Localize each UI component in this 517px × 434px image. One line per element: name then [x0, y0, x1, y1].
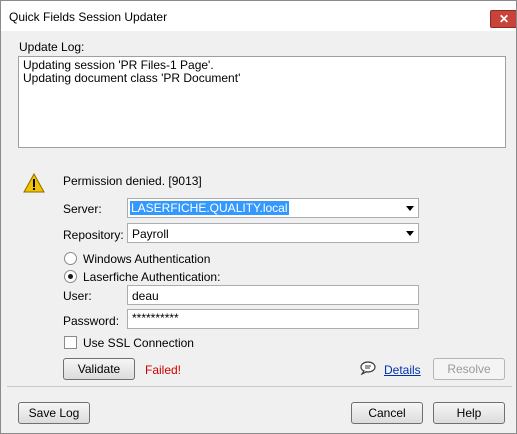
- footer-divider: [7, 386, 512, 387]
- ssl-checkbox[interactable]: [64, 336, 77, 349]
- validate-result-text: Failed!: [145, 363, 182, 377]
- help-button[interactable]: Help: [433, 402, 505, 424]
- close-icon: ✕: [498, 12, 510, 26]
- user-value: deau: [132, 289, 159, 303]
- ssl-label: Use SSL Connection: [83, 336, 194, 350]
- session-updater-window: Quick Fields Session Updater ✕ Update Lo…: [0, 0, 517, 434]
- laserfiche-auth-radio[interactable]: [64, 270, 77, 283]
- update-log-label: Update Log:: [19, 40, 85, 54]
- repository-label: Repository:: [63, 228, 124, 242]
- password-label: Password:: [63, 314, 120, 328]
- cancel-button[interactable]: Cancel: [351, 402, 423, 424]
- window-title: Quick Fields Session Updater: [9, 10, 168, 24]
- radio-selected-dot: [68, 274, 73, 279]
- save-log-button[interactable]: Save Log: [18, 402, 90, 424]
- close-button[interactable]: ✕: [490, 10, 516, 28]
- repository-select[interactable]: Payroll: [127, 223, 419, 243]
- windows-auth-label: Windows Authentication: [83, 252, 211, 266]
- details-icon[interactable]: [359, 361, 377, 375]
- password-value: **********: [132, 311, 179, 325]
- resolve-button[interactable]: Resolve: [433, 358, 505, 380]
- log-line: Updating document class 'PR Document': [23, 71, 241, 85]
- password-input[interactable]: **********: [127, 309, 419, 329]
- update-log-textarea[interactable]: Updating session 'PR Files-1 Page'. Upda…: [18, 56, 506, 148]
- user-input[interactable]: deau: [127, 285, 419, 305]
- windows-auth-radio[interactable]: [64, 252, 77, 265]
- server-label: Server:: [63, 202, 102, 216]
- repository-value: Payroll: [132, 227, 169, 241]
- validate-button[interactable]: Validate: [63, 358, 135, 380]
- laserfiche-auth-label: Laserfiche Authentication:: [83, 270, 221, 284]
- status-message: Permission denied. [9013]: [63, 174, 202, 188]
- title-bar: Quick Fields Session Updater ✕: [1, 1, 516, 31]
- server-value: LASERFICHE.QUALITY.local: [130, 201, 289, 215]
- user-label: User:: [63, 289, 92, 303]
- chevron-down-icon: [406, 206, 414, 211]
- chevron-down-icon: [406, 231, 414, 236]
- details-link[interactable]: Details: [384, 363, 421, 377]
- warning-icon: [23, 173, 45, 193]
- server-select[interactable]: LASERFICHE.QUALITY.local: [127, 198, 419, 218]
